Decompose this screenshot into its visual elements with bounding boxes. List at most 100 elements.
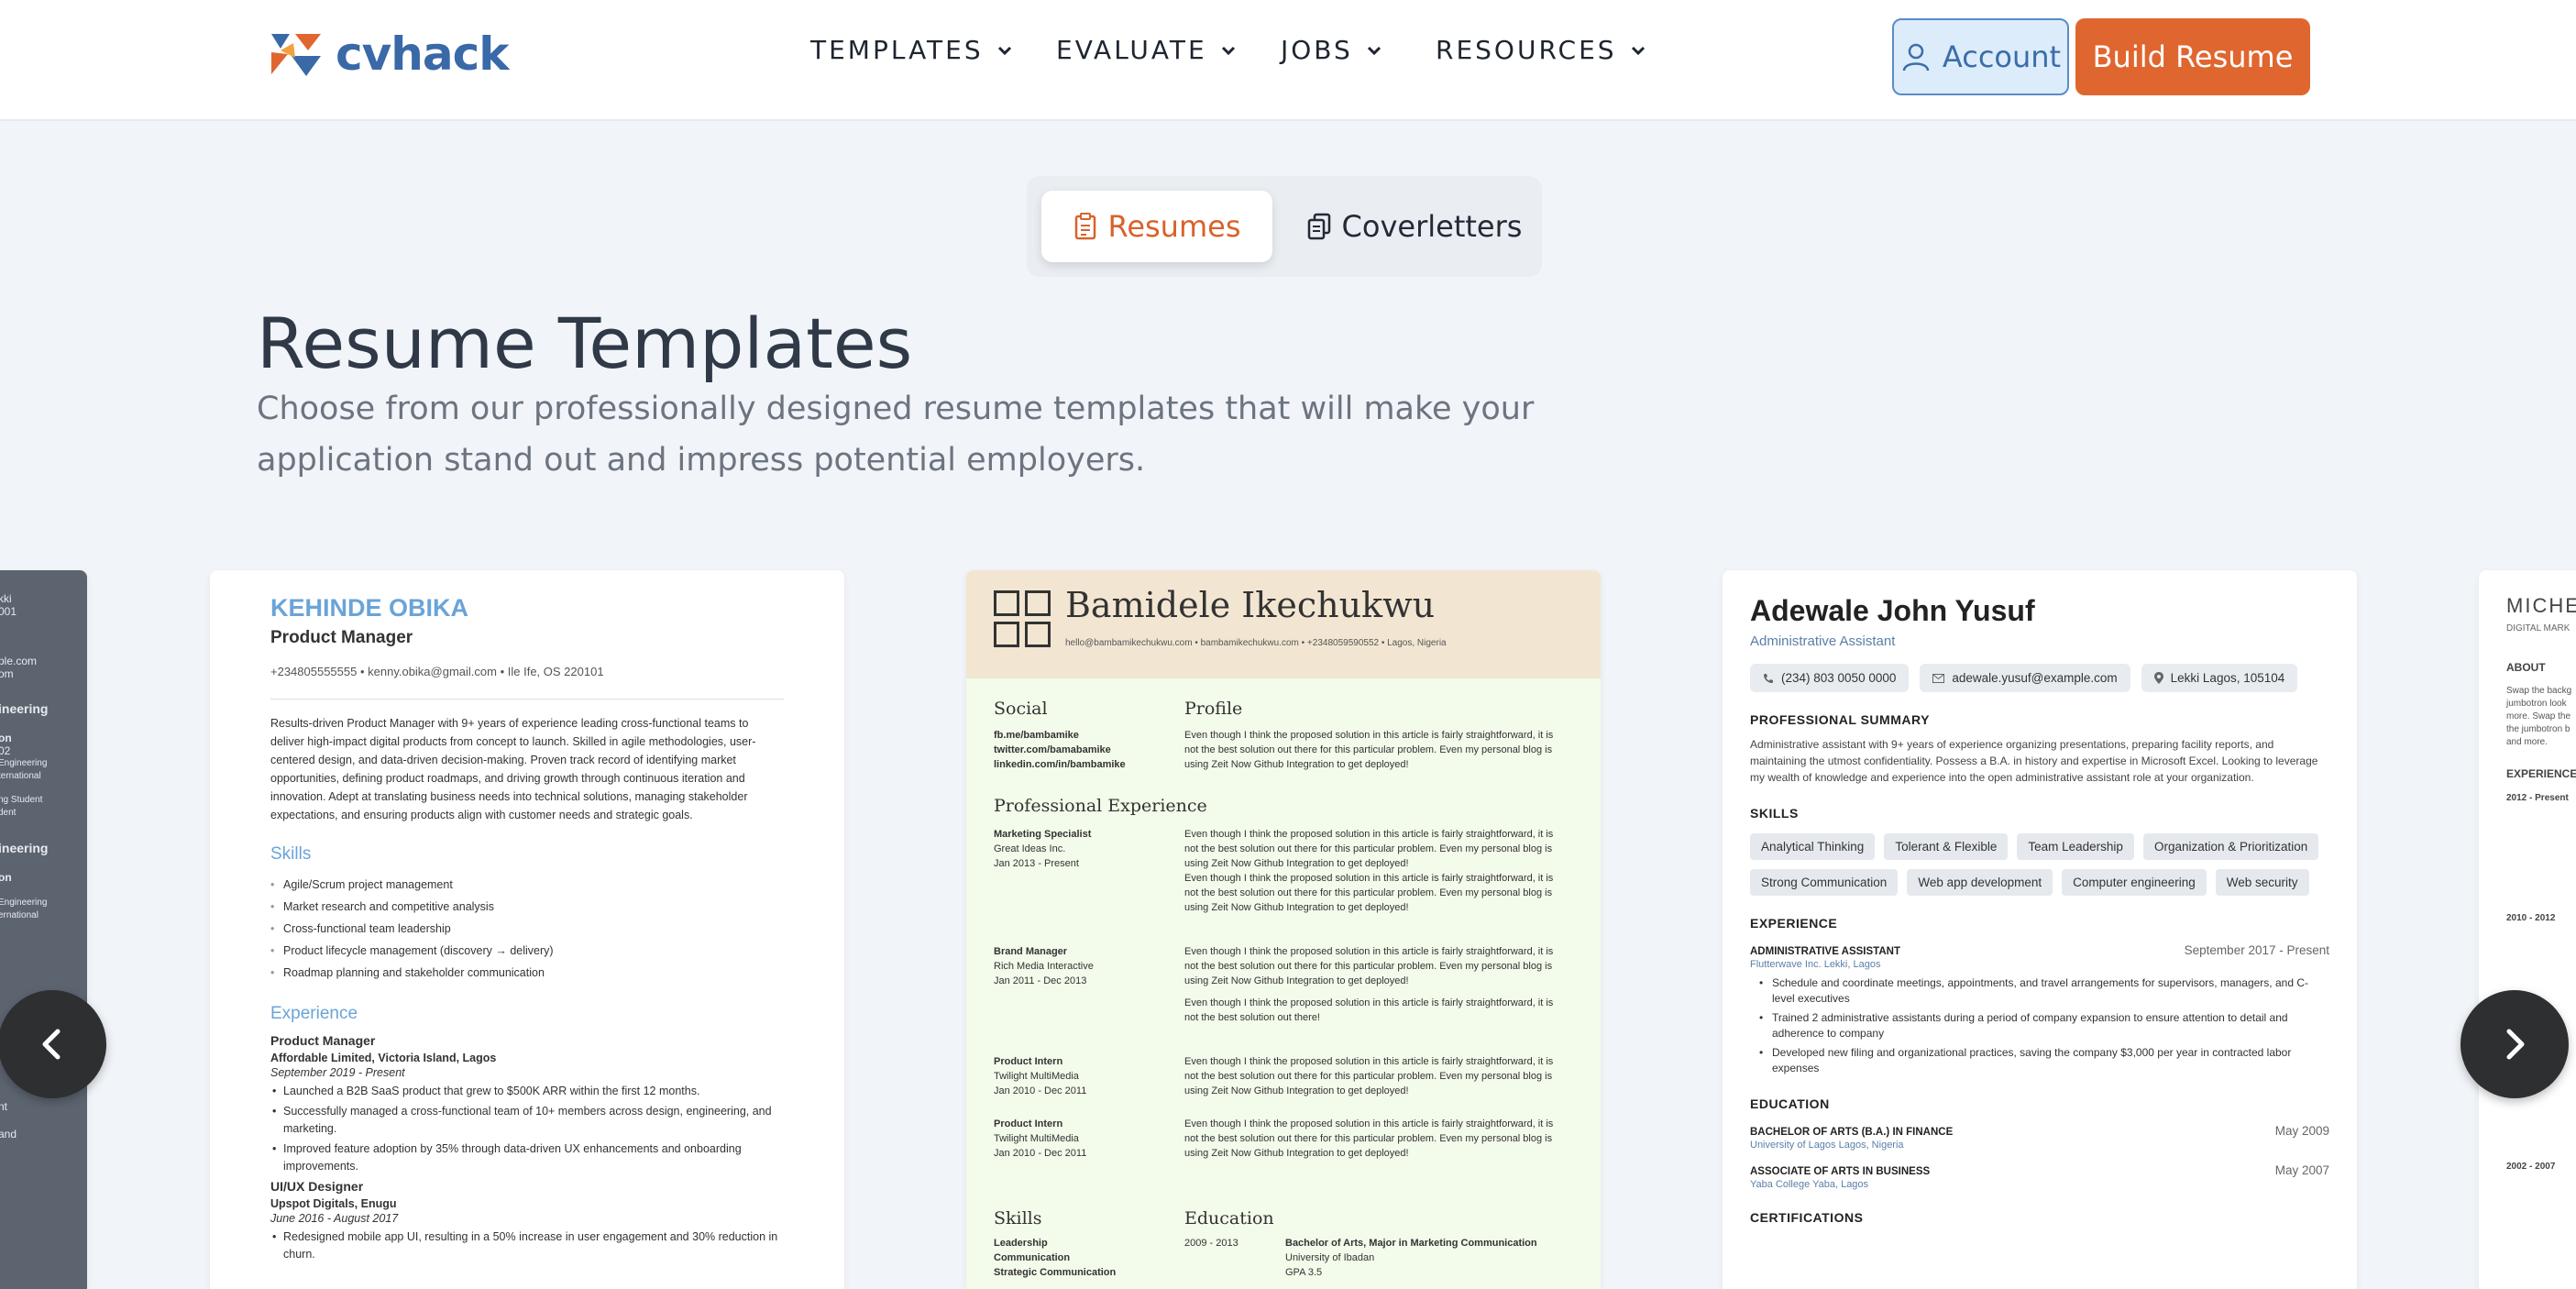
nav-jobs[interactable]: JOBS bbox=[1281, 35, 1436, 65]
resume-icon bbox=[1074, 213, 1095, 240]
tab-resumes[interactable]: Resumes bbox=[1041, 191, 1272, 262]
user-icon bbox=[1902, 43, 1930, 72]
chevron-right-icon bbox=[2506, 1029, 2525, 1060]
page-description: Choose from our professionally designed … bbox=[257, 391, 1535, 479]
template-card-partial-right[interactable]: MICHEA DIGITAL MARK ABOUT Swap the backg… bbox=[2479, 570, 2576, 1289]
nav-evaluate-label: EVALUATE bbox=[1056, 35, 1207, 65]
education-date: May 2007 bbox=[2274, 1163, 2329, 1177]
resume-job-company: Affordable Limited, Victoria Island, Lag… bbox=[270, 1052, 497, 1064]
nav-resources-label: RESOURCES bbox=[1436, 35, 1617, 65]
monogram-icon bbox=[994, 590, 1051, 647]
resume-job-paragraph: Even though I think the proposed solutio… bbox=[1184, 1118, 1554, 1159]
resume-job-paragraph: Even though I think the proposed solutio… bbox=[1184, 997, 1554, 1023]
document-type-toggle: Resumes Coverletters bbox=[1027, 176, 1542, 277]
nav-jobs-label: JOBS bbox=[1281, 35, 1353, 65]
tab-resumes-label: Resumes bbox=[1107, 209, 1241, 244]
social-link: linkedin.com/in/bambamike bbox=[994, 759, 1126, 770]
chevron-down-icon bbox=[1631, 46, 1645, 55]
resume-job-date: June 2016 - August 2017 bbox=[270, 1212, 399, 1225]
logo-text: cvhack bbox=[336, 28, 509, 81]
resume-job-date: Jan 2011 - Dec 2013 bbox=[994, 975, 1087, 986]
resume-job-title: UI/UX Designer bbox=[270, 1179, 364, 1194]
template-card-adewale-john-yusuf[interactable]: Adewale John Yusuf Administrative Assist… bbox=[1723, 570, 2357, 1289]
carousel-next-button[interactable] bbox=[2460, 990, 2569, 1098]
resume-job-bullet: Developed new filing and organizational … bbox=[1750, 1045, 2329, 1076]
chevron-left-icon bbox=[42, 1029, 61, 1060]
nav-templates[interactable]: TEMPLATES bbox=[810, 35, 1056, 65]
resume-certifications-heading: CERTIFICATIONS bbox=[1750, 1210, 1864, 1225]
resume-job-date: Jan 2010 - Dec 2011 bbox=[994, 1148, 1087, 1159]
logo-icon bbox=[271, 34, 321, 76]
resume-skill: Product lifecycle management (discovery … bbox=[270, 940, 784, 962]
copy-documents-icon bbox=[1307, 213, 1330, 240]
location-pin-icon bbox=[2153, 672, 2163, 684]
resume-job-title: Product Intern bbox=[994, 1056, 1063, 1067]
resume-contact: +234805555555 • kenny.obika@gmail.com • … bbox=[270, 665, 784, 700]
resume-role: Administrative Assistant bbox=[1750, 633, 1896, 649]
resume-job-bullet: Improved feature adoption by 35% through… bbox=[270, 1140, 784, 1175]
chevron-down-icon bbox=[1367, 46, 1381, 55]
resume-header-band: Bamidele Ikechukwu hello@bambamikechukwu… bbox=[966, 570, 1601, 678]
resume-experience-heading: EXPERIENCE bbox=[2506, 767, 2576, 780]
resume-role: DIGITAL MARK bbox=[2506, 623, 2570, 633]
location-pill: Lekki Lagos, 105104 bbox=[2141, 664, 2298, 692]
carousel-prev-button[interactable] bbox=[0, 990, 106, 1098]
resume-job-date: Jan 2010 - Dec 2011 bbox=[994, 1085, 1087, 1096]
account-button[interactable]: Account bbox=[1892, 18, 2069, 95]
resume-job-company: Upspot Digitals, Enugu bbox=[270, 1197, 397, 1210]
resume-job-title: Product Intern bbox=[994, 1118, 1063, 1129]
resume-exp-date: 2012 - Present bbox=[2506, 793, 2569, 803]
resume-about-heading: ABOUT bbox=[2506, 661, 2546, 674]
resume-skill: Leadership bbox=[994, 1238, 1048, 1249]
skill-tag: Organization & Prioritization bbox=[2142, 833, 2319, 860]
logo[interactable]: cvhack bbox=[268, 28, 509, 81]
build-resume-label: Build Resume bbox=[2092, 39, 2294, 74]
template-card-kehinde-obika[interactable]: KEHINDE OBIKA Product Manager +234805555… bbox=[210, 570, 844, 1289]
template-card-bamidele-ikechukwu[interactable]: Bamidele Ikechukwu hello@bambamikechukwu… bbox=[966, 570, 1601, 1289]
education-school: University of Lagos Lagos, Nigeria bbox=[1750, 1140, 1904, 1151]
email-text: adewale.yusuf@example.com bbox=[1952, 671, 2118, 685]
skill-tag: Analytical Thinking bbox=[1750, 833, 1876, 860]
resume-about: Swap the backg jumbotron look more. Swap… bbox=[2506, 686, 2572, 747]
resume-job-bullet: Trained 2 administrative assistants duri… bbox=[1750, 1010, 2329, 1041]
skill-tag: Tolerant & Flexible bbox=[1884, 833, 2009, 860]
resume-exp-date: 2002 - 2007 bbox=[2506, 1162, 2556, 1172]
resume-job-paragraph: Even though I think the proposed solutio… bbox=[1184, 946, 1554, 986]
resume-skill: Cross-functional team leadership bbox=[270, 918, 784, 940]
resume-job-bullet: Schedule and coordinate meetings, appoin… bbox=[1750, 975, 2329, 1007]
education-school: Yaba College Yaba, Lagos bbox=[1750, 1179, 1869, 1190]
social-link: twitter.com/bamabamike bbox=[994, 744, 1111, 755]
resume-skill: Strategic Communication bbox=[994, 1267, 1117, 1278]
nav-resources[interactable]: RESOURCES bbox=[1436, 35, 1646, 65]
resume-skills-heading: Skills bbox=[994, 1208, 1042, 1228]
build-resume-button[interactable]: Build Resume bbox=[2075, 18, 2310, 95]
education-years: 2009 - 2013 bbox=[1184, 1238, 1238, 1249]
resume-summary-heading: PROFESSIONAL SUMMARY bbox=[1750, 712, 1930, 727]
resume-job-company: Flutterwave Inc. Lekki, Lagos bbox=[1750, 959, 1881, 970]
resume-contact-pills: (234) 803 0050 0000 adewale.yusuf@exampl… bbox=[1750, 664, 2329, 692]
chevron-down-icon bbox=[997, 46, 1011, 55]
nav-templates-label: TEMPLATES bbox=[810, 35, 984, 65]
template-card-partial-left[interactable]: kki 001 ple.com om ineering on 02 Engine… bbox=[0, 570, 87, 1289]
resume-skill: Communication bbox=[994, 1252, 1071, 1263]
resume-summary: Results-driven Product Manager with 9+ y… bbox=[270, 717, 756, 821]
resume-job-title: Brand Manager bbox=[994, 946, 1068, 957]
nav-evaluate[interactable]: EVALUATE bbox=[1056, 35, 1281, 65]
resume-job-title: Product Manager bbox=[270, 1033, 376, 1048]
education-date: May 2009 bbox=[2274, 1124, 2329, 1138]
resume-exp-date: 2010 - 2012 bbox=[2506, 913, 2556, 923]
skill-tag: Computer engineering bbox=[2062, 869, 2207, 896]
resume-profile: Even though I think the proposed solutio… bbox=[1184, 730, 1554, 770]
resume-skill: Agile/Scrum project management bbox=[270, 874, 784, 896]
main-nav: TEMPLATES EVALUATE JOBS RESOURCES bbox=[810, 35, 1646, 65]
education-school: University of Ibadan bbox=[1285, 1252, 1375, 1263]
resume-contact: hello@bambamikechukwu.com • bambamikechu… bbox=[1065, 638, 1447, 648]
resume-role: Product Manager bbox=[270, 628, 413, 647]
resume-job-paragraph: Even though I think the proposed solutio… bbox=[1184, 1056, 1554, 1096]
education-gpa: GPA 3.5 bbox=[1285, 1267, 1323, 1278]
resume-job-date: Jan 2013 - Present bbox=[994, 858, 1079, 869]
tab-coverletters-label: Coverletters bbox=[1341, 209, 1523, 244]
page-title: Resume Templates bbox=[257, 303, 913, 384]
resume-name: Adewale John Yusuf bbox=[1750, 594, 2035, 627]
tab-coverletters[interactable]: Coverletters bbox=[1300, 191, 1529, 262]
